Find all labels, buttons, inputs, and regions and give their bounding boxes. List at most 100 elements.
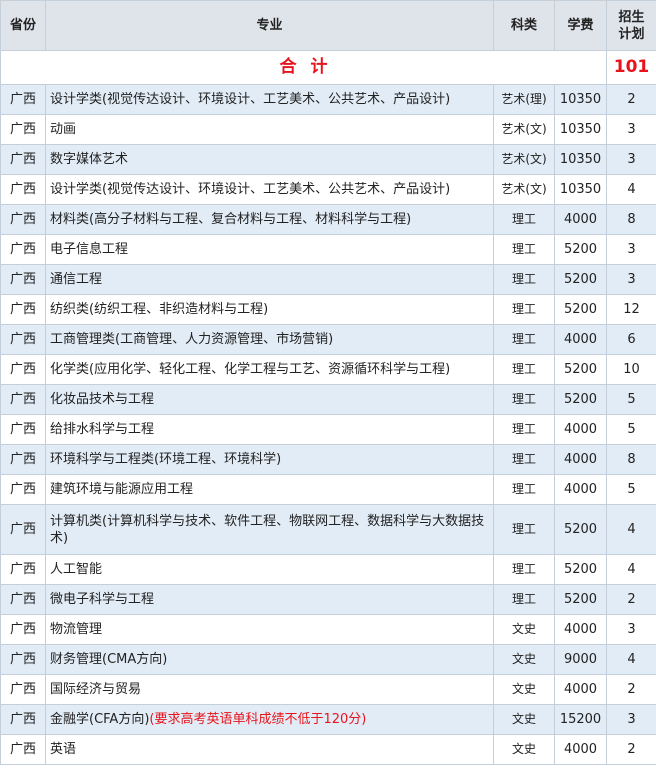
major-name: 计算机类(计算机科学与技术、软件工程、物联网工程、数据科学与大数据技术) bbox=[50, 513, 485, 546]
major-name: 国际经济与贸易 bbox=[50, 682, 142, 697]
cell-category: 文史 bbox=[493, 734, 555, 765]
cell-major: 物流管理 bbox=[45, 614, 494, 645]
cell-fee: 5200 bbox=[554, 354, 607, 385]
cell-province: 广西 bbox=[0, 444, 46, 475]
cell-major: 计算机类(计算机科学与技术、软件工程、物联网工程、数据科学与大数据技术) bbox=[45, 504, 494, 555]
header-plan-line2: 计划 bbox=[618, 26, 645, 42]
table-row: 广西 金融学(CFA方向)(要求高考英语单科成绩不低于120分) 文史 15200 3 bbox=[0, 704, 656, 735]
cell-fee: 4000 bbox=[554, 734, 607, 765]
cell-plan: 4 bbox=[606, 504, 656, 555]
cell-fee: 10350 bbox=[554, 174, 607, 205]
cell-major: 财务管理(CMA方向) bbox=[45, 644, 494, 675]
header-plan-line1: 招生 bbox=[618, 9, 645, 25]
cell-major: 化学类(应用化学、轻化工程、化学工程与工艺、资源循环科学与工程) bbox=[45, 354, 494, 385]
cell-fee: 5200 bbox=[554, 294, 607, 325]
major-name: 物流管理 bbox=[50, 622, 103, 637]
major-name: 设计学类(视觉传达设计、环境设计、工艺美术、公共艺术、产品设计) bbox=[50, 182, 451, 197]
cell-plan: 2 bbox=[606, 734, 656, 765]
header-category: 科类 bbox=[493, 0, 555, 51]
table-row: 广西 动画 艺术(文) 10350 3 bbox=[0, 114, 656, 145]
total-label: 合计 bbox=[0, 50, 607, 85]
cell-fee: 4000 bbox=[554, 414, 607, 445]
cell-fee: 10350 bbox=[554, 84, 607, 115]
cell-major: 电子信息工程 bbox=[45, 234, 494, 265]
cell-major: 给排水科学与工程 bbox=[45, 414, 494, 445]
cell-province: 广西 bbox=[0, 174, 46, 205]
header-fee: 学费 bbox=[554, 0, 607, 51]
major-name: 化学类(应用化学、轻化工程、化学工程与工艺、资源循环科学与工程) bbox=[50, 362, 451, 377]
cell-fee: 15200 bbox=[554, 704, 607, 735]
cell-fee: 5200 bbox=[554, 584, 607, 615]
table-row: 广西 给排水科学与工程 理工 4000 5 bbox=[0, 414, 656, 445]
cell-major: 化妆品技术与工程 bbox=[45, 384, 494, 415]
cell-category: 艺术(文) bbox=[493, 114, 555, 145]
table-row: 广西 通信工程 理工 5200 3 bbox=[0, 264, 656, 295]
cell-plan: 5 bbox=[606, 384, 656, 415]
cell-major: 人工智能 bbox=[45, 554, 494, 585]
cell-province: 广西 bbox=[0, 114, 46, 145]
cell-major: 英语 bbox=[45, 734, 494, 765]
cell-category: 理工 bbox=[493, 384, 555, 415]
cell-plan: 8 bbox=[606, 204, 656, 235]
cell-category: 文史 bbox=[493, 644, 555, 675]
cell-province: 广西 bbox=[0, 414, 46, 445]
admissions-table: 省份 专业 科类 学费 招生 计划 合计 101 广西 设计学类(视觉传达设计、环境… bbox=[0, 0, 656, 765]
cell-major: 设计学类(视觉传达设计、环境设计、工艺美术、公共艺术、产品设计) bbox=[45, 174, 494, 205]
cell-province: 广西 bbox=[0, 554, 46, 585]
cell-fee: 4000 bbox=[554, 474, 607, 505]
table-row: 广西 材料类(高分子材料与工程、复合材料与工程、材料科学与工程) 理工 4000 8 bbox=[0, 204, 656, 235]
cell-fee: 5200 bbox=[554, 384, 607, 415]
cell-province: 广西 bbox=[0, 294, 46, 325]
table-row: 广西 微电子科学与工程 理工 5200 2 bbox=[0, 584, 656, 615]
cell-plan: 5 bbox=[606, 474, 656, 505]
cell-plan: 5 bbox=[606, 414, 656, 445]
table-row: 广西 建筑环境与能源应用工程 理工 4000 5 bbox=[0, 474, 656, 505]
table-row: 广西 电子信息工程 理工 5200 3 bbox=[0, 234, 656, 265]
major-name: 化妆品技术与工程 bbox=[50, 392, 155, 407]
cell-province: 广西 bbox=[0, 584, 46, 615]
table-row: 广西 计算机类(计算机科学与技术、软件工程、物联网工程、数据科学与大数据技术) 理工… bbox=[0, 504, 656, 555]
cell-plan: 3 bbox=[606, 234, 656, 265]
header-province: 省份 bbox=[0, 0, 46, 51]
cell-fee: 4000 bbox=[554, 614, 607, 645]
cell-major: 国际经济与贸易 bbox=[45, 674, 494, 705]
cell-category: 理工 bbox=[493, 264, 555, 295]
cell-province: 广西 bbox=[0, 704, 46, 735]
cell-province: 广西 bbox=[0, 384, 46, 415]
cell-plan: 12 bbox=[606, 294, 656, 325]
major-name: 建筑环境与能源应用工程 bbox=[50, 482, 194, 497]
cell-category: 艺术(理) bbox=[493, 84, 555, 115]
cell-category: 理工 bbox=[493, 474, 555, 505]
cell-major: 设计学类(视觉传达设计、环境设计、工艺美术、公共艺术、产品设计) bbox=[45, 84, 494, 115]
header-major: 专业 bbox=[45, 0, 494, 51]
cell-major: 材料类(高分子材料与工程、复合材料与工程、材料科学与工程) bbox=[45, 204, 494, 235]
cell-plan: 4 bbox=[606, 644, 656, 675]
table-row: 广西 英语 文史 4000 2 bbox=[0, 734, 656, 765]
cell-fee: 4000 bbox=[554, 204, 607, 235]
cell-fee: 10350 bbox=[554, 114, 607, 145]
table-row: 广西 纺织类(纺织工程、非织造材料与工程) 理工 5200 12 bbox=[0, 294, 656, 325]
cell-province: 广西 bbox=[0, 674, 46, 705]
cell-province: 广西 bbox=[0, 644, 46, 675]
table-row: 广西 设计学类(视觉传达设计、环境设计、工艺美术、公共艺术、产品设计) 艺术(理) 1… bbox=[0, 84, 656, 115]
table-header: 省份 专业 科类 学费 招生 计划 bbox=[0, 0, 656, 51]
cell-plan: 10 bbox=[606, 354, 656, 385]
table-row: 广西 人工智能 理工 5200 4 bbox=[0, 554, 656, 585]
cell-major: 通信工程 bbox=[45, 264, 494, 295]
major-name: 材料类(高分子材料与工程、复合材料与工程、材料科学与工程) bbox=[50, 212, 412, 227]
cell-fee: 4000 bbox=[554, 324, 607, 355]
cell-fee: 4000 bbox=[554, 444, 607, 475]
cell-province: 广西 bbox=[0, 264, 46, 295]
header-row: 省份 专业 科类 学费 招生 计划 bbox=[0, 0, 656, 51]
cell-province: 广西 bbox=[0, 84, 46, 115]
cell-province: 广西 bbox=[0, 504, 46, 555]
cell-major: 动画 bbox=[45, 114, 494, 145]
cell-major: 数字媒体艺术 bbox=[45, 144, 494, 175]
table-row: 广西 数字媒体艺术 艺术(文) 10350 3 bbox=[0, 144, 656, 175]
cell-major: 纺织类(纺织工程、非织造材料与工程) bbox=[45, 294, 494, 325]
major-name: 微电子科学与工程 bbox=[50, 592, 155, 607]
table-row: 广西 财务管理(CMA方向) 文史 9000 4 bbox=[0, 644, 656, 675]
cell-province: 广西 bbox=[0, 474, 46, 505]
cell-major: 环境科学与工程类(环境工程、环境科学) bbox=[45, 444, 494, 475]
cell-category: 理工 bbox=[493, 554, 555, 585]
